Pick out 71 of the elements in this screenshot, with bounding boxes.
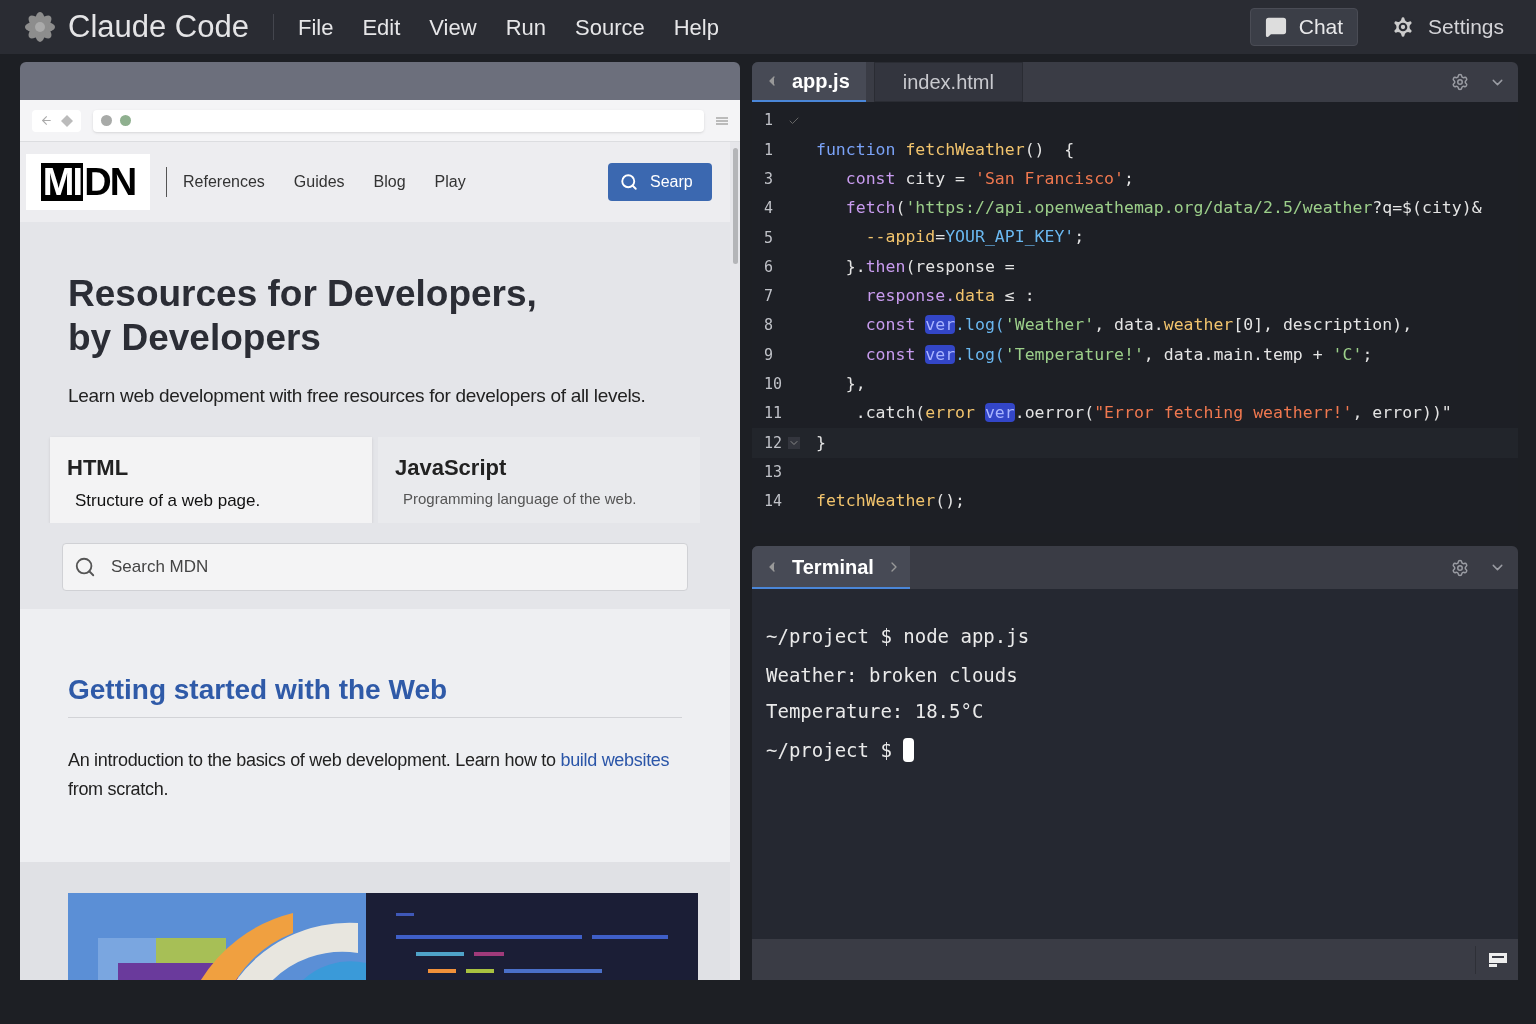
- menu-item[interactable]: Source: [575, 10, 645, 44]
- terminal-line: Weather: broken clouds: [766, 662, 1018, 688]
- code-line: }: [816, 431, 826, 454]
- line-number: 11: [764, 403, 784, 425]
- nav-link[interactable]: References: [183, 170, 265, 194]
- code-line: fetch('https://api.openweathemap.org/data/2.5/weather?q=$(city)&: [844, 197, 1482, 220]
- menu-item[interactable]: View: [429, 10, 477, 44]
- terminal-line: ~/project $: [766, 737, 893, 763]
- line-number: 1: [764, 139, 775, 161]
- search-button[interactable]: Searp: [608, 163, 712, 201]
- chat-icon: [1264, 16, 1287, 38]
- fold-icon[interactable]: [788, 436, 800, 449]
- menu-item[interactable]: Run: [505, 10, 546, 44]
- nav-link[interactable]: Guides: [293, 170, 345, 194]
- code-line: .catch(error ver.oerror("Error fetching weatherr!', error))": [854, 402, 1452, 425]
- nav-link[interactable]: Blog: [373, 170, 406, 194]
- line-number: 14: [764, 491, 784, 513]
- line-number: 12: [764, 432, 784, 454]
- file-tab[interactable]: app.js: [752, 62, 866, 102]
- nav-buttons[interactable]: [32, 109, 81, 132]
- article-link[interactable]: build websites: [560, 749, 670, 770]
- code-line: const ver.log('Temperature!', data.main.temp + 'C';: [864, 343, 1373, 366]
- line-number: 5: [764, 227, 775, 249]
- settings-button[interactable]: Settings: [1376, 8, 1518, 46]
- card-title: HTML: [67, 453, 130, 482]
- line-number: 3: [764, 169, 775, 190]
- article-title[interactable]: Getting started with the Web: [68, 668, 682, 718]
- hero-title: Resources for Developers, by Developers: [68, 272, 538, 360]
- panel-toggle-icon[interactable]: [1488, 951, 1508, 968]
- line-number: 9: [764, 344, 775, 366]
- app-title: Claude Code: [68, 7, 249, 46]
- menu-icon[interactable]: [716, 115, 728, 126]
- code-line: --appid=YOUR_API_KEY';: [864, 226, 1085, 249]
- search-icon: [74, 555, 96, 578]
- search-icon: [620, 173, 638, 191]
- topic-card[interactable]: HTML Structure of a web page.: [50, 436, 372, 523]
- line-number: 6: [764, 256, 775, 278]
- code-line: const ver.log('Weather', data.weather[0], description),: [864, 314, 1413, 337]
- file-tab[interactable]: index.html: [873, 62, 1023, 102]
- code-line: const city = 'San Francisco';: [844, 167, 1134, 190]
- settings-icon[interactable]: [1451, 558, 1469, 577]
- scrollbar[interactable]: [732, 148, 738, 264]
- line-number: 8: [764, 315, 775, 337]
- code-line: },: [844, 372, 866, 395]
- logo-icon: [24, 11, 56, 43]
- menu-item[interactable]: File: [297, 10, 334, 44]
- line-number: 4: [764, 198, 775, 220]
- nav-link[interactable]: Play: [434, 170, 466, 194]
- card-title: JavaScript: [395, 453, 508, 482]
- article-text: An introduction to the basics of web development. Learn how to build websites from scratch.: [68, 748, 671, 801]
- terminal-line: ~/project $ node app.js: [766, 623, 1030, 649]
- line-number: 1: [764, 110, 775, 132]
- code-line: function fetchWeather() {: [816, 138, 1075, 161]
- line-number: 10: [764, 374, 784, 396]
- settings-icon[interactable]: [1451, 73, 1469, 91]
- line-number: 13: [764, 461, 784, 483]
- hero-subtitle: Learn web development with free resources for developers of all levels.: [68, 384, 647, 408]
- code-line: }.then(response =: [844, 255, 1015, 278]
- code-line: fetchWeather();: [816, 490, 966, 513]
- line-number: 7: [764, 286, 775, 308]
- terminal-tab[interactable]: Terminal: [752, 546, 910, 589]
- card-description: Programming language of the web.: [403, 488, 638, 509]
- menu-item[interactable]: Help: [673, 10, 719, 44]
- code-line: response.data ≤ :: [864, 285, 1035, 308]
- chat-button[interactable]: Chat: [1249, 8, 1359, 46]
- search-field[interactable]: Search MDN: [62, 542, 688, 591]
- terminal-line: Temperature: 18.5°C: [766, 698, 984, 724]
- card-description: Structure of a web page.: [75, 489, 262, 512]
- mdn-logo[interactable]: MIDN: [26, 154, 150, 210]
- topic-card[interactable]: JavaScript Programming language of the web.: [378, 436, 700, 523]
- menu-item[interactable]: Edit: [362, 10, 401, 44]
